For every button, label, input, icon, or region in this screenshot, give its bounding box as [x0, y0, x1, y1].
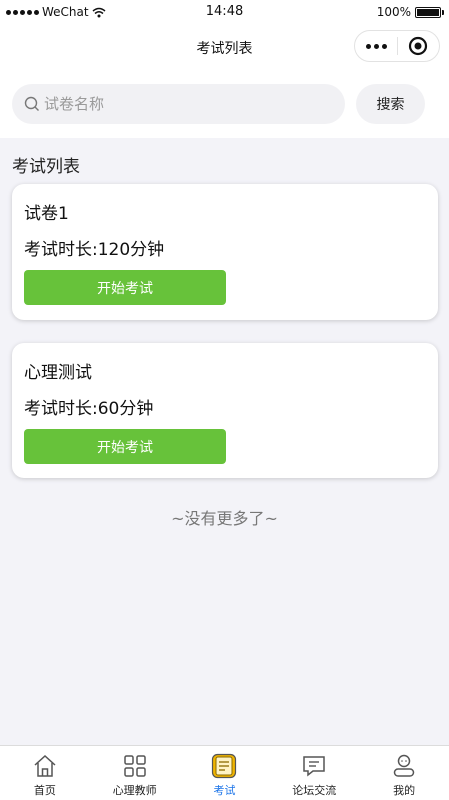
home-icon [31, 752, 59, 780]
search-icon [24, 96, 39, 111]
exam-duration: 考试时长:60分钟 [24, 399, 154, 419]
search-box[interactable] [12, 84, 345, 124]
tab-label: 考试 [213, 784, 236, 797]
exam-name: 试卷1 [24, 204, 69, 224]
no-more-text: ~没有更多了~ [171, 509, 278, 528]
grid-icon [121, 752, 149, 780]
close-target-icon[interactable] [398, 36, 439, 56]
user-icon [390, 752, 418, 780]
navigation-bar: 考试列表 [0, 26, 449, 68]
tab-exam[interactable]: 考试 [180, 746, 270, 800]
exam-duration: 考试时长:120分钟 [24, 240, 165, 260]
battery-area: 100% [376, 5, 444, 19]
exam-name: 心理测试 [24, 363, 92, 383]
search-area: 搜索 [0, 68, 449, 138]
tab-label: 首页 [33, 784, 56, 797]
battery-percent: 100% [376, 5, 411, 19]
tab-label: 我的 [393, 784, 416, 797]
tab-label: 心理教师 [112, 784, 157, 797]
tab-mine[interactable]: 我的 [359, 746, 449, 800]
start-exam-button[interactable]: 开始考试 [24, 270, 226, 305]
exam-card: 试卷1 考试时长:120分钟 开始考试 [12, 184, 438, 320]
search-button[interactable]: 搜索 [356, 84, 425, 124]
chat-icon [300, 752, 328, 780]
exam-icon [210, 752, 238, 780]
mini-program-capsule [354, 30, 440, 62]
tab-bar: 首页 心理教师 考试 论坛交流 我的 [0, 745, 449, 800]
tab-teachers[interactable]: 心理教师 [90, 746, 180, 800]
status-bar: WeChat 14:48 100% [0, 0, 449, 26]
battery-icon [415, 6, 444, 18]
exam-card: 心理测试 考试时长:60分钟 开始考试 [12, 343, 438, 478]
tab-home[interactable]: 首页 [0, 746, 90, 800]
search-input[interactable] [44, 95, 324, 113]
more-icon[interactable] [355, 43, 397, 49]
start-exam-button[interactable]: 开始考试 [24, 429, 226, 464]
section-title: 考试列表 [12, 157, 80, 177]
tab-forum[interactable]: 论坛交流 [269, 746, 359, 800]
tab-label: 论坛交流 [292, 784, 337, 797]
